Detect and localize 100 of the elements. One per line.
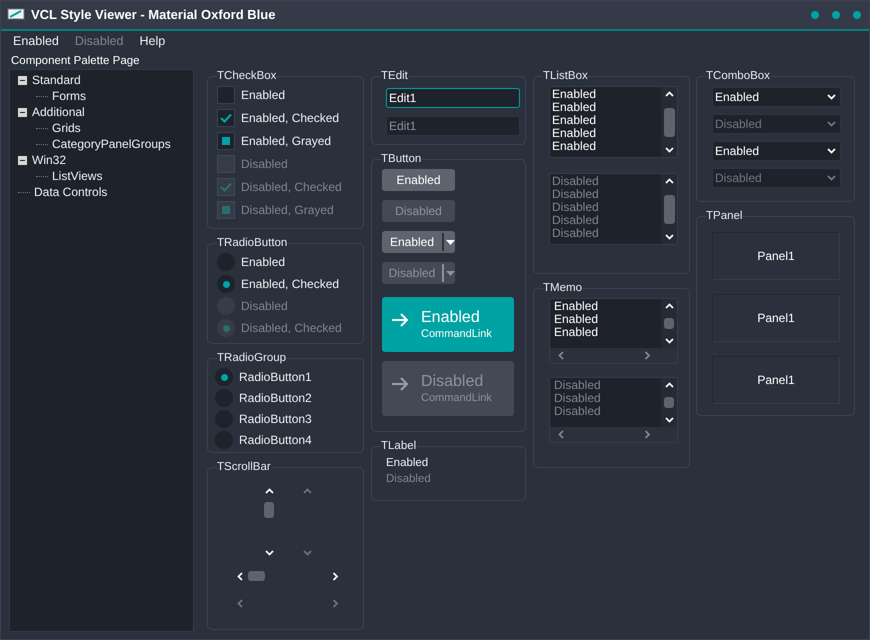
- list-item: Disabled: [552, 175, 600, 188]
- combo-box[interactable]: Enabled: [712, 141, 841, 161]
- chevron-down-icon: [664, 416, 674, 424]
- group-title: TEdit: [381, 69, 408, 83]
- radio-label[interactable]: Enabled: [241, 253, 286, 271]
- memo-line: Disabled: [554, 379, 602, 392]
- tree-item[interactable]: Additional: [32, 103, 85, 121]
- radio-label[interactable]: RadioButton2: [239, 389, 312, 407]
- checkbox-label: Disabled: [241, 156, 288, 173]
- dropdown-triangle-icon: [446, 240, 455, 244]
- group-title: TPanel: [706, 209, 742, 223]
- close-button[interactable]: [853, 11, 861, 19]
- radio-label: Disabled, Checked: [241, 320, 342, 337]
- chevron-down-icon: [827, 147, 836, 155]
- push-button: Disabled: [382, 200, 455, 222]
- list-item[interactable]: Enabled: [552, 140, 661, 153]
- dropdown-triangle-icon: [446, 270, 455, 276]
- chevron-down-icon: [827, 93, 836, 101]
- list-item[interactable]: Enabled: [552, 101, 661, 114]
- checkbox-label[interactable]: Enabled, Grayed: [241, 132, 332, 150]
- checkbox[interactable]: [217, 109, 235, 127]
- scroll-thumb[interactable]: [664, 108, 674, 136]
- chevron-up-icon: [664, 302, 674, 310]
- scroll-thumb[interactable]: [264, 502, 274, 518]
- chevron-down-icon: [827, 174, 836, 182]
- collapse-icon[interactable]: [18, 76, 27, 84]
- chevron-right-icon: [330, 598, 340, 608]
- command-link-title: Enabled: [421, 308, 481, 328]
- collapse-icon[interactable]: [18, 156, 27, 164]
- tree-item[interactable]: Forms: [52, 87, 86, 105]
- chevron-left-icon: [557, 351, 566, 360]
- panel-caption: Panel1: [757, 310, 795, 327]
- list-item[interactable]: Enabled: [552, 127, 661, 140]
- tree-item[interactable]: CategoryPanelGroups: [52, 135, 171, 153]
- split-button[interactable]: Enabled: [382, 231, 455, 253]
- combo-box: Disabled: [712, 168, 841, 188]
- chevron-down-icon: [664, 146, 674, 154]
- radio-label: Disabled: [241, 298, 288, 315]
- window-title: VCL Style Viewer - Material Oxford Blue: [31, 6, 276, 24]
- group-title: TRadioGroup: [217, 351, 286, 365]
- checkbox[interactable]: [217, 132, 235, 150]
- menu-item: Disabled: [74, 32, 125, 50]
- text-field[interactable]: Edit1: [386, 88, 520, 108]
- radio-button[interactable]: [217, 275, 235, 293]
- scroll-thumb[interactable]: [248, 571, 264, 581]
- list-item: Disabled: [552, 214, 600, 227]
- menu-item[interactable]: Help: [132, 32, 174, 50]
- checkbox-label: Disabled, Checked: [241, 179, 342, 196]
- list-item[interactable]: Enabled: [552, 88, 661, 101]
- memo-line: Enabled: [554, 326, 600, 339]
- checkbox-label[interactable]: Enabled, Checked: [241, 109, 340, 127]
- command-link-note: CommandLink: [421, 328, 492, 341]
- radio-button[interactable]: [215, 368, 233, 386]
- combo-box: Disabled: [712, 114, 841, 134]
- combo-box[interactable]: Enabled: [712, 87, 841, 107]
- list-box[interactable]: Enabled Enabled Enabled Enabled Enabled: [549, 86, 678, 158]
- checkbox-label[interactable]: Enabled: [241, 86, 286, 104]
- list-item[interactable]: Enabled: [552, 114, 661, 127]
- list-item: Disabled: [552, 201, 600, 214]
- chevron-down-icon: [827, 120, 836, 128]
- chevron-down-icon: [664, 337, 674, 345]
- radio-label[interactable]: Enabled, Checked: [241, 275, 340, 293]
- tree-item[interactable]: Win32: [32, 151, 66, 169]
- checkbox[interactable]: [217, 86, 235, 104]
- group-title: TComboBox: [706, 69, 770, 83]
- chevron-right-icon: [330, 572, 340, 580]
- panel-caption: Panel1: [757, 372, 795, 389]
- chevron-right-icon: [643, 430, 652, 439]
- label-text: Disabled: [386, 472, 432, 487]
- maximize-button[interactable]: [832, 11, 840, 19]
- chevron-left-icon: [557, 430, 566, 439]
- tree-item[interactable]: Grids: [52, 119, 81, 137]
- chevron-up-icon: [664, 381, 674, 389]
- split-button: Disabled: [382, 262, 455, 284]
- chevron-down-icon: [664, 233, 674, 241]
- menu-item[interactable]: Enabled: [5, 32, 67, 50]
- chevron-right-icon: [643, 351, 652, 360]
- radio-label[interactable]: RadioButton4: [239, 431, 312, 449]
- memo-line: Disabled: [554, 405, 602, 418]
- list-item: Disabled: [552, 188, 600, 201]
- group-title: TCheckBox: [217, 69, 276, 83]
- group-title: TScrollBar: [217, 460, 271, 474]
- command-link-title: Disabled: [421, 372, 484, 392]
- group-title: TLabel: [381, 439, 416, 453]
- arrow-right-icon: [391, 376, 409, 390]
- panel-label: Component Palette Page: [10, 54, 141, 69]
- tree-item[interactable]: ListViews: [52, 167, 102, 185]
- tree-item[interactable]: Data Controls: [34, 183, 108, 201]
- memo-box[interactable]: Enabled Enabled Enabled: [549, 298, 678, 364]
- push-button[interactable]: Enabled: [382, 169, 455, 191]
- radio-label[interactable]: RadioButton3: [239, 410, 312, 428]
- radio-label[interactable]: RadioButton1: [239, 368, 312, 386]
- group-title: TListBox: [543, 69, 588, 83]
- scroll-thumb[interactable]: [664, 318, 674, 329]
- memo-line: Disabled: [554, 392, 602, 405]
- minimize-button[interactable]: [811, 11, 819, 19]
- monitor-icon: [7, 8, 25, 22]
- collapse-icon[interactable]: [18, 108, 27, 116]
- group-title: TButton: [381, 152, 422, 166]
- tree-item[interactable]: Standard: [32, 71, 81, 89]
